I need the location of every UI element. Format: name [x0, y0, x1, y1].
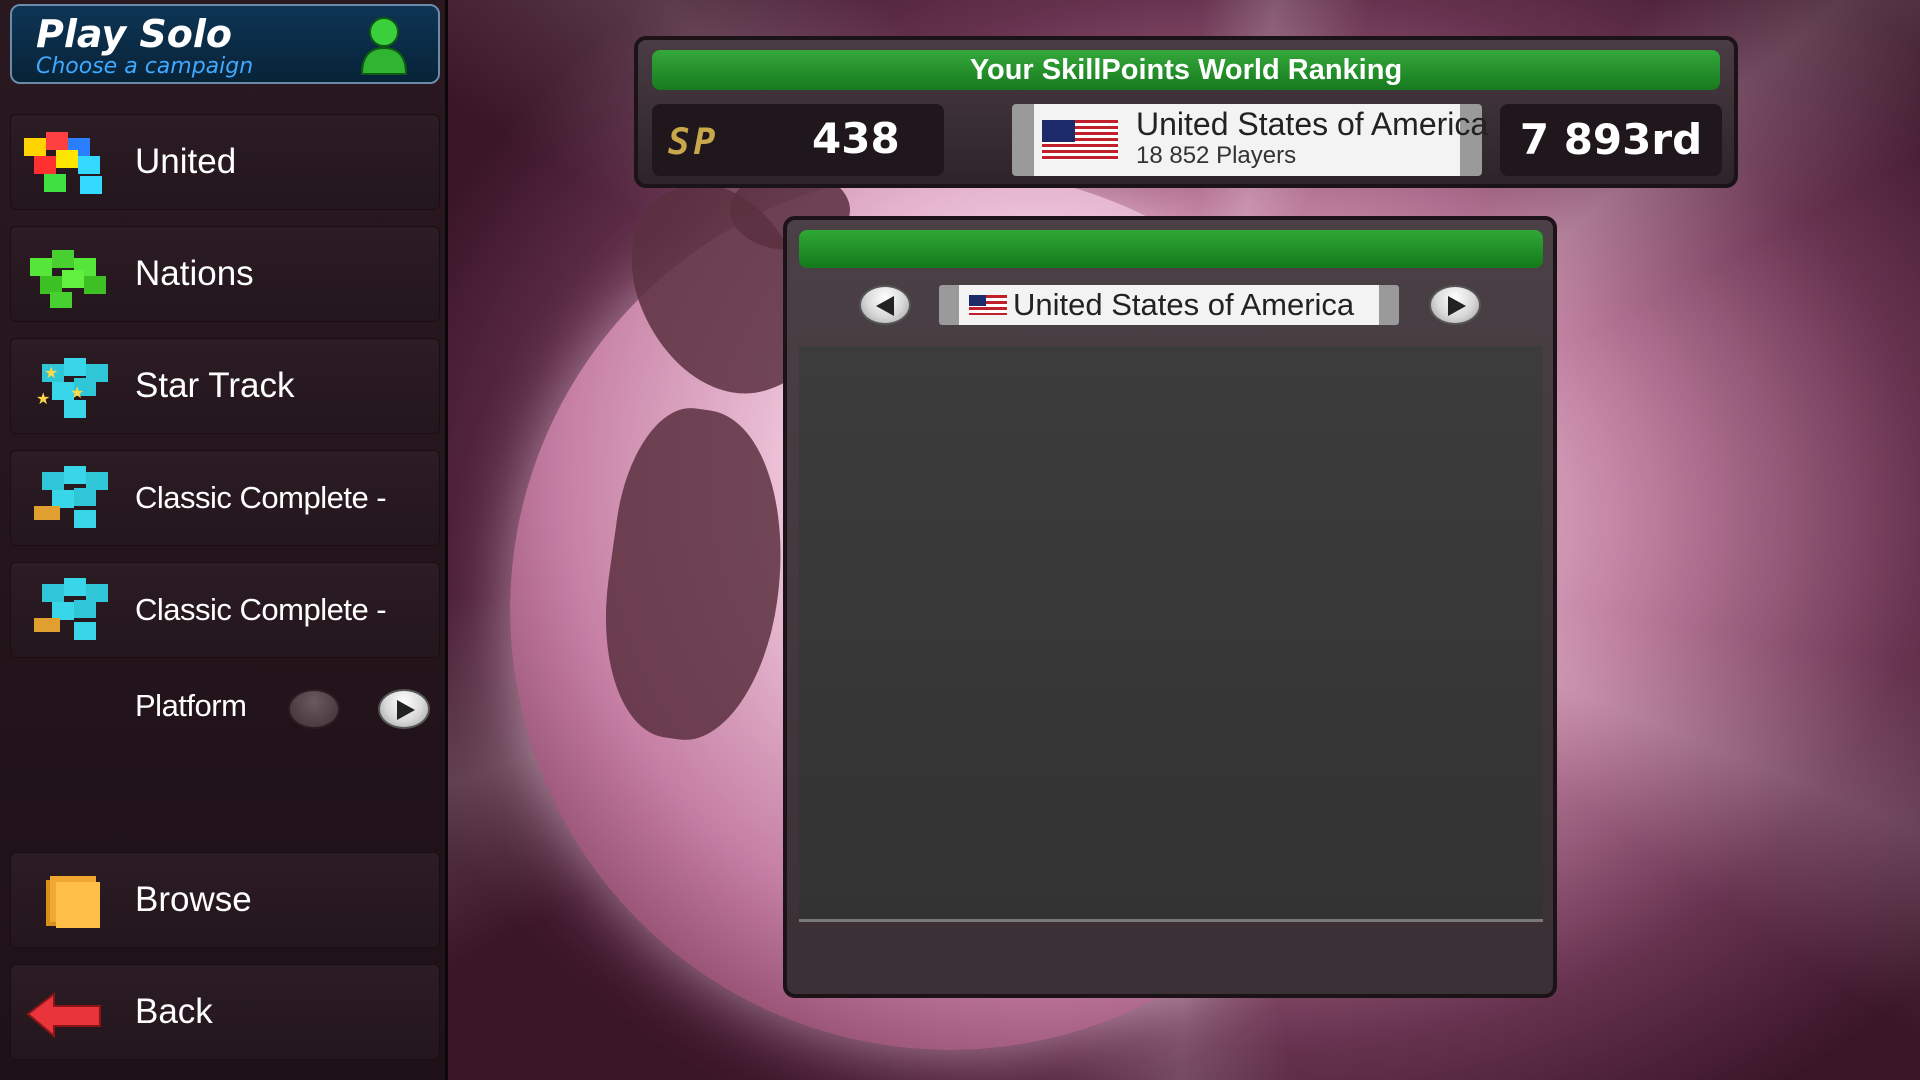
menu-item-nations[interactable]: Nations: [10, 226, 440, 322]
back-arrow-icon: [26, 991, 101, 1039]
player-icon: [360, 17, 408, 75]
menu-item-star-track[interactable]: ★ ★ ★ Star Track: [10, 338, 440, 434]
usa-flag-icon: [969, 295, 1007, 315]
cyan-cubes-icon: [34, 466, 108, 528]
selected-country: United States of America: [1013, 287, 1355, 322]
skillpoints-box: SP 438: [652, 104, 944, 176]
menu-item-label: Star Track: [135, 366, 295, 405]
svg-text:★: ★: [70, 383, 84, 402]
back-label: Back: [135, 992, 213, 1031]
next-country-button[interactable]: [1429, 285, 1481, 325]
arrow-right-icon: [397, 700, 415, 720]
star-cubes-icon: ★ ★ ★: [36, 358, 108, 418]
leaderboard-list[interactable]: [799, 346, 1543, 922]
menu-item-label: Classic Complete - Race: [135, 480, 387, 611]
menu-item-united[interactable]: United: [10, 114, 440, 210]
back-button[interactable]: Back: [10, 964, 440, 1060]
usa-flag-icon: [1042, 120, 1118, 160]
menu-item-classic-complete-race[interactable]: Classic Complete - Race: [10, 450, 440, 611]
ranking-country: United States of America 18 852 Players: [1012, 104, 1488, 176]
arrow-right-icon: [1448, 296, 1466, 316]
menu-item-label: Classic Complete - Platform: [135, 592, 387, 723]
ranking-title: Your SkillPoints World Ranking: [652, 50, 1720, 90]
folder-icon: [46, 876, 100, 928]
cyan-cubes-icon: [34, 578, 108, 640]
leaderboard-title-bar: [799, 230, 1543, 268]
continent-africa: [587, 399, 803, 751]
green-cubes-icon: [30, 250, 106, 308]
header-subtitle: Choose a campaign: [36, 54, 254, 79]
leaderboard-panel: United States of America: [783, 216, 1557, 998]
players-count: 18 852 Players: [1136, 142, 1297, 169]
multicolor-cubes-icon: [24, 132, 102, 194]
prev-page-button: [288, 689, 340, 729]
menu-item-label: United: [135, 142, 237, 181]
menu-item-label: Nations: [135, 254, 254, 293]
next-page-button[interactable]: [378, 689, 430, 729]
arrow-left-icon: [876, 296, 894, 316]
skillpoints-value: 438: [812, 114, 900, 163]
prev-country-button[interactable]: [859, 285, 911, 325]
country-name: United States of America: [1136, 106, 1489, 142]
world-ranking-panel: Your SkillPoints World Ranking SP 438 Un…: [634, 36, 1738, 188]
skillpoints-logo: SP: [668, 122, 720, 163]
browse-label: Browse: [135, 880, 252, 919]
country-selector[interactable]: United States of America: [939, 285, 1399, 325]
menu-item-classic-complete-platform[interactable]: Classic Complete - Platform: [10, 562, 440, 723]
svg-text:★: ★: [36, 389, 50, 408]
rank-value: 7 893rd: [1500, 104, 1722, 176]
browse-button[interactable]: Browse: [10, 852, 440, 948]
play-solo-header: Play Solo Choose a campaign: [10, 4, 440, 84]
campaign-sidebar: Play Solo Choose a campaign United Natio…: [0, 0, 448, 1080]
header-title: Play Solo: [36, 12, 232, 56]
svg-text:★: ★: [44, 363, 58, 382]
